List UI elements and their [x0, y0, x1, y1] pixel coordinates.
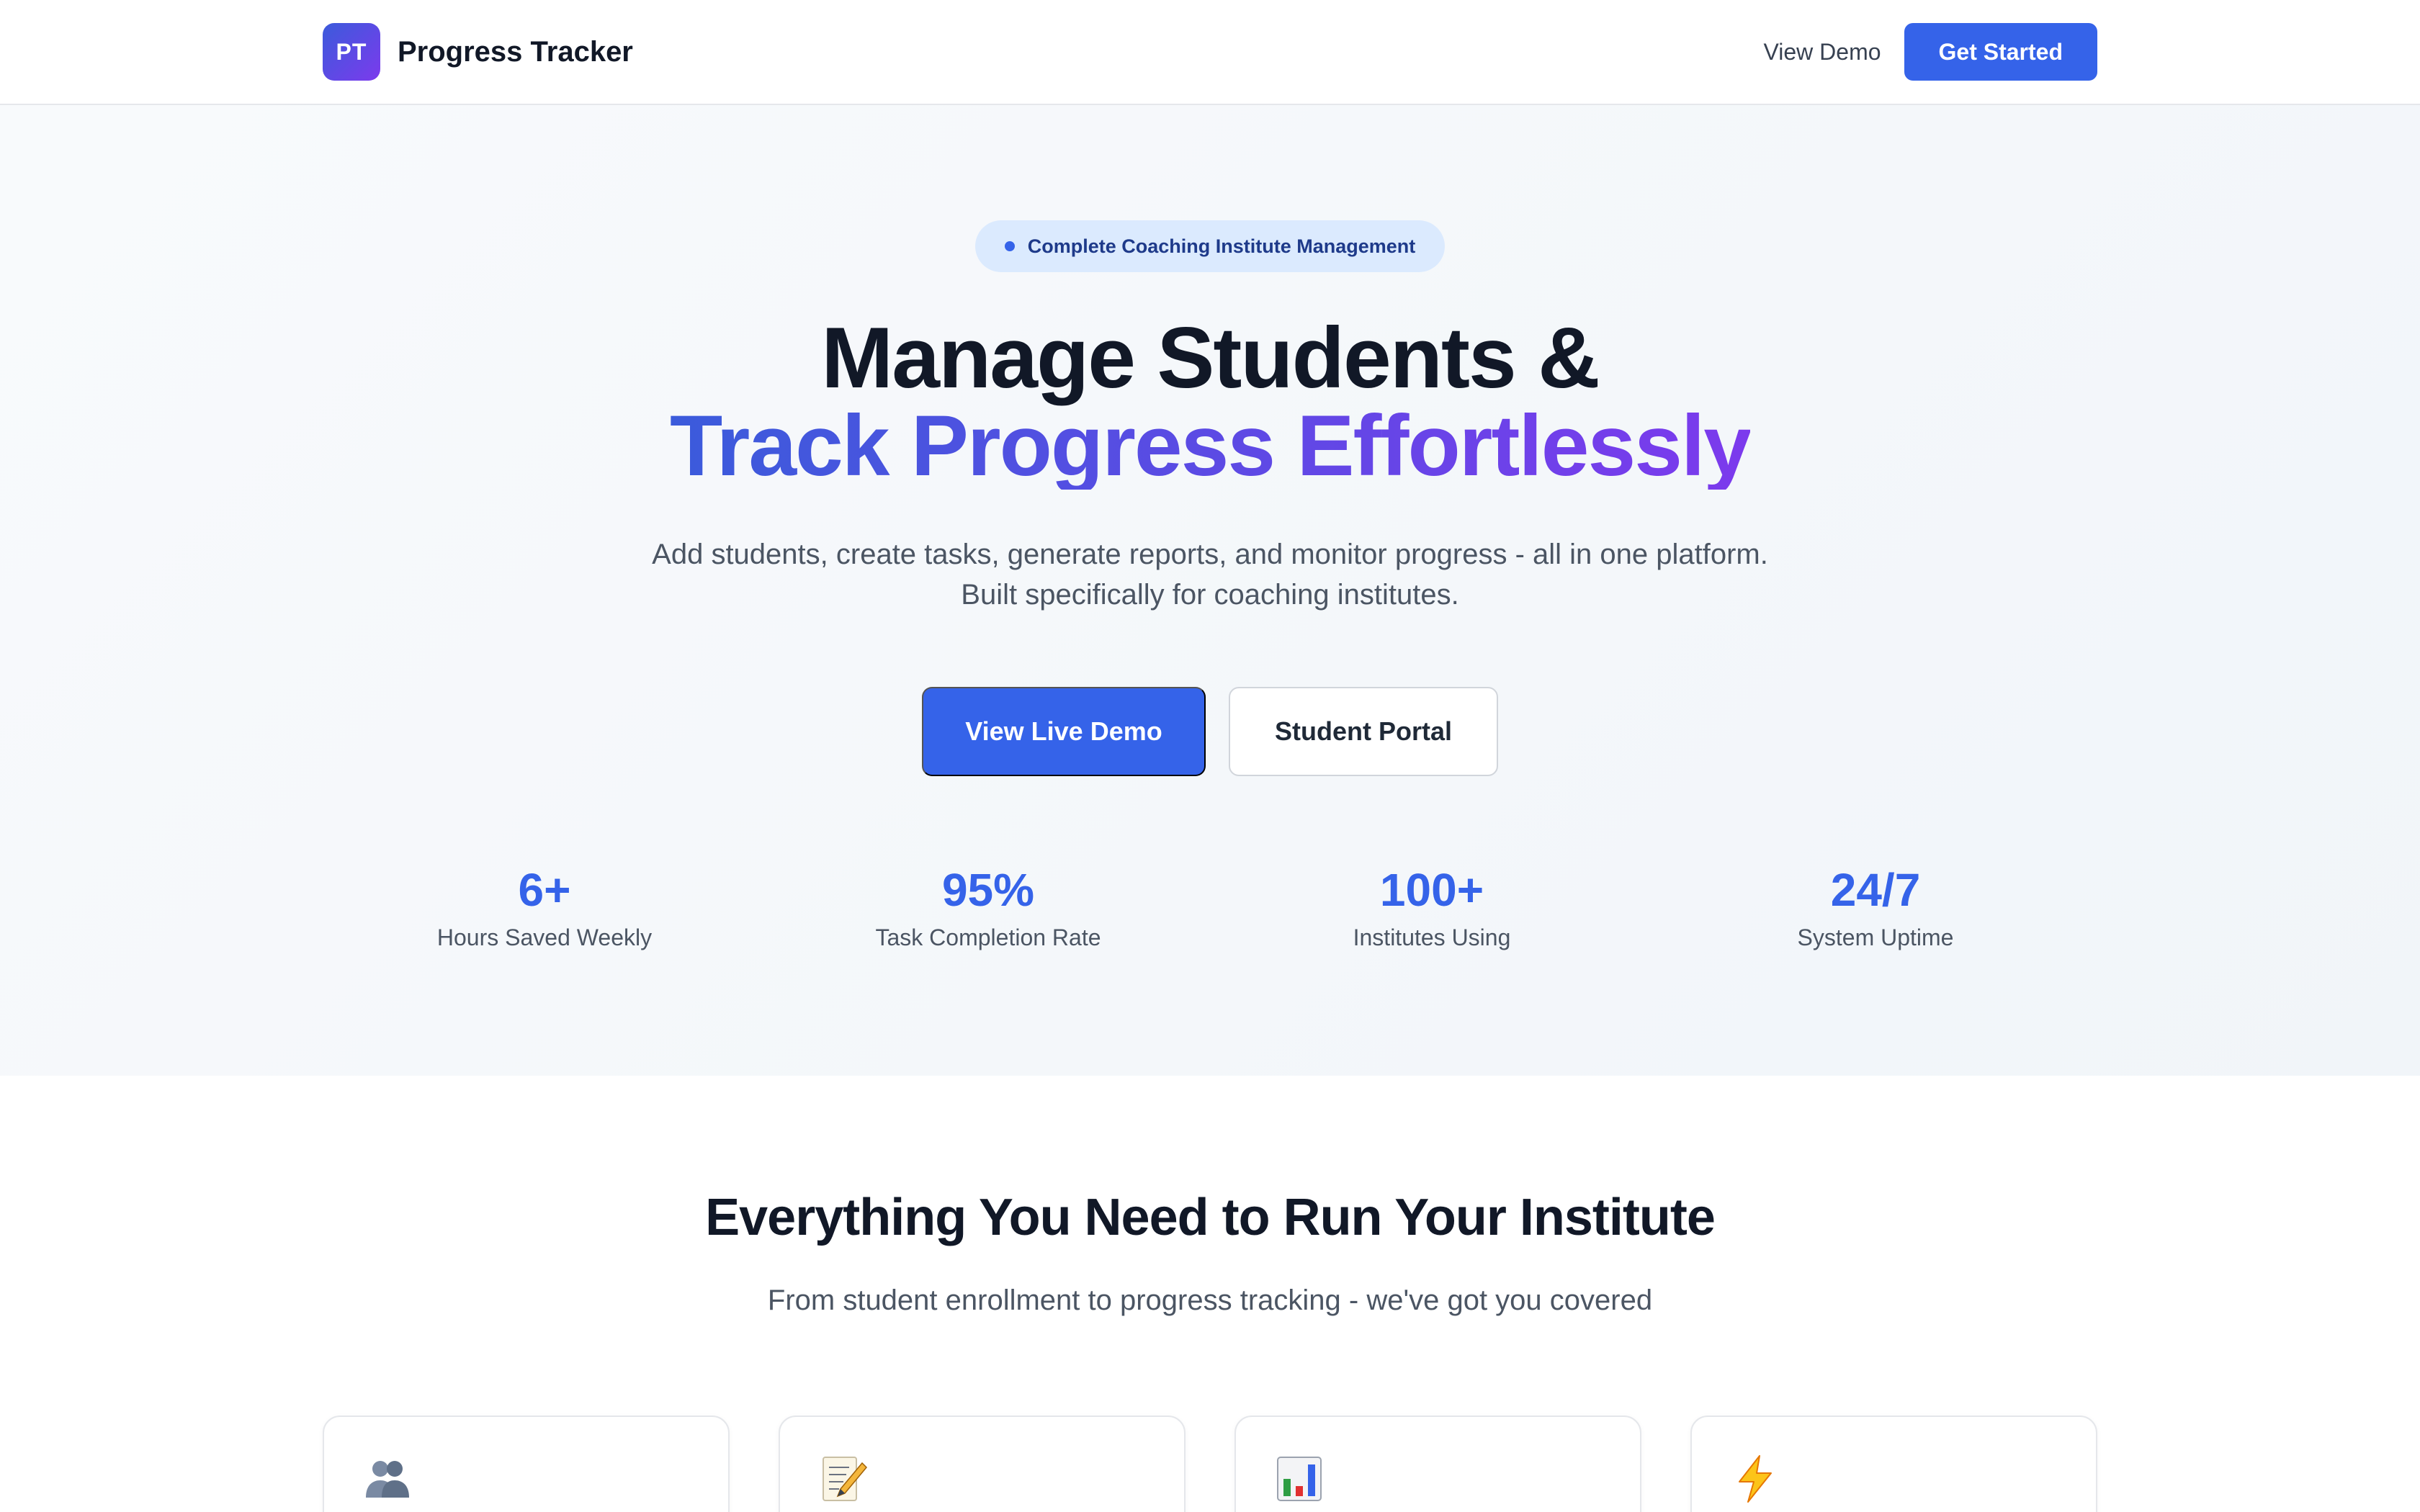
view-live-demo-button[interactable]: View Live Demo: [922, 687, 1206, 776]
feature-card-reports[interactable]: [1234, 1416, 1641, 1512]
memo-icon: [823, 1457, 868, 1501]
hero-subtitle-line2: Built specifically for coaching institut…: [961, 579, 1459, 611]
stat-value: 100+: [1379, 864, 1484, 916]
stat-hours-saved: 6+ Hours Saved Weekly: [323, 861, 766, 969]
brand[interactable]: PT Progress Tracker: [323, 23, 633, 81]
student-portal-button[interactable]: Student Portal: [1229, 687, 1498, 776]
brand-name: Progress Tracker: [398, 35, 633, 68]
badge-dot-icon: [1004, 241, 1015, 251]
users-icon: [366, 1461, 409, 1498]
feature-card-tasks[interactable]: [779, 1416, 1186, 1512]
hero-subtitle-line1: Add students, create tasks, generate rep…: [652, 539, 1768, 570]
feature-card-automation[interactable]: [1690, 1416, 2097, 1512]
features-title: Everything You Need to Run Your Institut…: [705, 1189, 1716, 1246]
top-navbar: PT Progress Tracker View Demo Get Starte…: [0, 0, 2420, 105]
hero-cta-group: View Live Demo Student Portal: [0, 687, 2420, 776]
stat-value: 24/7: [1830, 864, 1921, 916]
features-subtitle: From student enrollment to progress trac…: [767, 1284, 1653, 1316]
stat-uptime: 24/7 System Uptime: [1654, 861, 2097, 969]
logo: PT: [323, 23, 380, 81]
navbar-inner: PT Progress Tracker View Demo Get Starte…: [323, 0, 2097, 104]
stat-label: Hours Saved Weekly: [436, 924, 653, 950]
stat-label: Task Completion Rate: [875, 924, 1101, 950]
hero-subtitle: Add students, create tasks, generate rep…: [490, 534, 1930, 615]
view-demo-link[interactable]: View Demo: [1763, 39, 1881, 66]
hero-badge: Complete Coaching Institute Management: [975, 220, 1445, 272]
badge-text: Complete Coaching Institute Management: [1027, 235, 1416, 257]
stats-row: 6+ Hours Saved Weekly 95% Task Completio…: [323, 861, 2097, 969]
lightning-icon: [1739, 1455, 1772, 1503]
stat-value: 6+: [518, 864, 571, 916]
stat-completion-rate: 95% Task Completion Rate: [766, 861, 1210, 969]
stat-label: System Uptime: [1797, 924, 1954, 950]
get-started-button[interactable]: Get Started: [1904, 23, 2097, 81]
hero-title-line1: Manage Students &: [821, 310, 1600, 406]
nav-actions: View Demo Get Started: [1763, 23, 2097, 81]
hero-title-line2: Track Progress Effortlessly: [669, 397, 1752, 494]
hero-title: Manage Students & Track Progress Effortl…: [0, 314, 2420, 511]
feature-cards: [323, 1416, 2097, 1512]
stat-label: Institutes Using: [1353, 924, 1511, 950]
feature-card-students[interactable]: [323, 1416, 730, 1512]
stat-value: 95%: [941, 864, 1035, 916]
stat-institutes: 100+ Institutes Using: [1210, 861, 1654, 969]
hero-section: Complete Coaching Institute Management M…: [0, 105, 2420, 1076]
bar-chart-icon: [1277, 1457, 1322, 1501]
